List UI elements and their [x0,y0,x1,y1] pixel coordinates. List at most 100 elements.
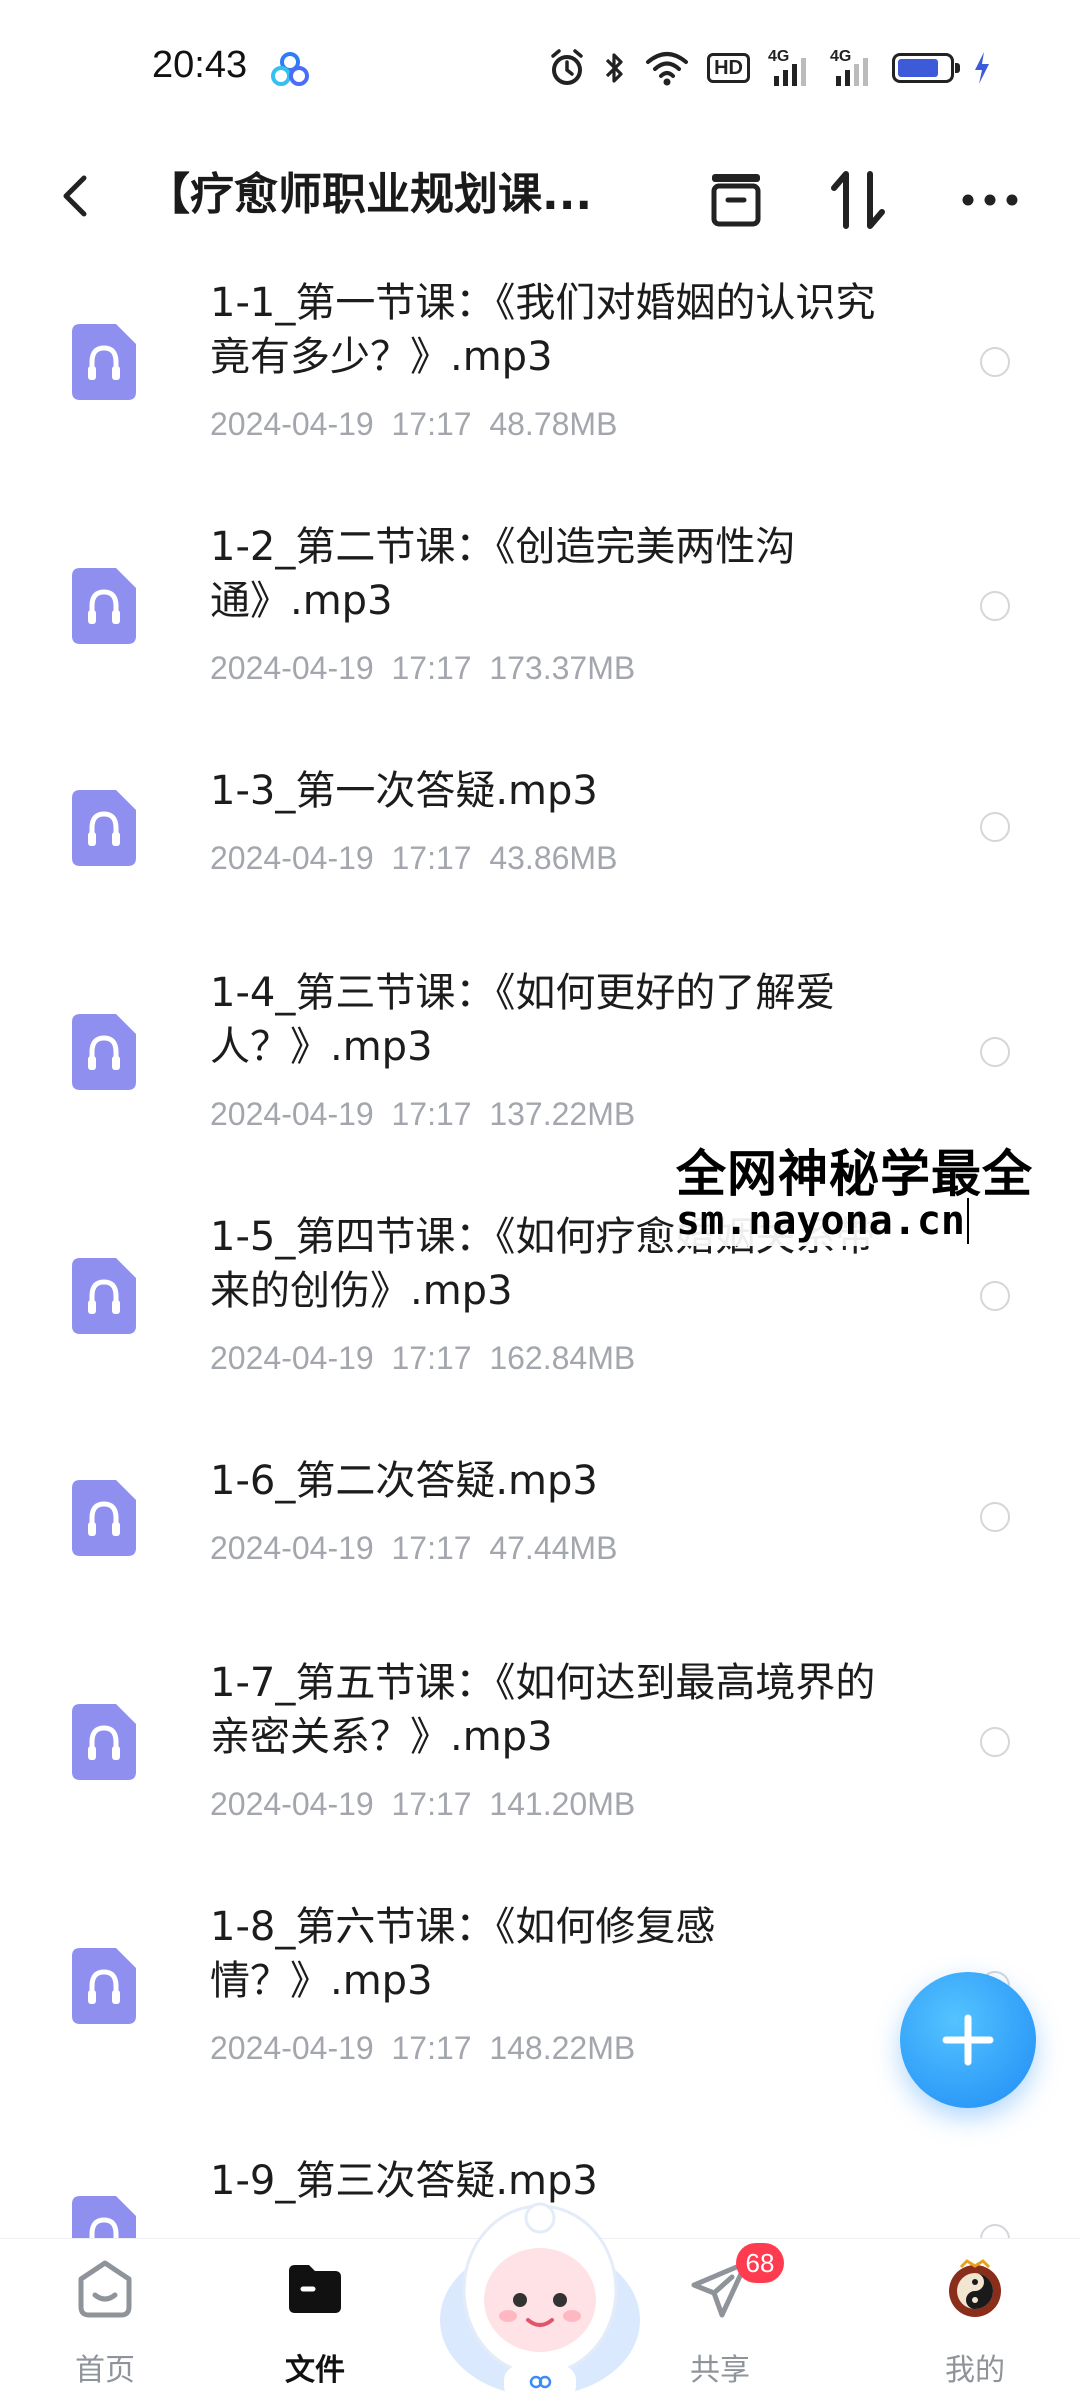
app-header: 【疗愈师职业规划课... [0,140,1080,260]
select-checkbox[interactable] [980,1281,1010,1311]
nav-label: 共享 [690,2353,750,2388]
archive-icon [711,174,761,227]
folder-icon [289,2265,341,2313]
file-name: 1-3_第一次答疑.mp3 [210,768,598,814]
back-icon [63,175,87,217]
hd-icon: HD [707,48,750,88]
headphones-icon [72,1258,136,1334]
notification-badge: 68 [736,2243,784,2283]
battery-fill [898,59,938,77]
file-size: 43.86MB [489,840,618,876]
mascot-icon[interactable] [432,2170,648,2400]
nav-files[interactable]: 文件 [235,2239,395,2401]
status-icons: HD 4G 4G [549,46,992,90]
file-date: 2024-04-19 [210,1340,374,1376]
headphones-icon [72,324,136,400]
select-checkbox[interactable] [980,591,1010,621]
headphones-icon [72,568,136,644]
select-checkbox[interactable] [980,1037,1010,1067]
watermark: 全网神秘学最全 sm.nayona.cn [676,1134,1080,1246]
watermark-title: 全网神秘学最全 [676,1145,1033,1203]
file-time: 17:17 [391,2030,472,2066]
signal-4g-icon: 4G [830,48,874,88]
nav-me[interactable]: 我的 [895,2239,1055,2401]
back-button[interactable] [44,164,108,228]
nav-share[interactable]: 68 共享 [640,2239,800,2401]
file-date: 2024-04-19 [210,1530,374,1566]
nav-home[interactable]: 首页 [25,2239,185,2401]
file-size: 162.84MB [489,1340,636,1376]
status-bar: 20:43 HD 4G 4G [0,0,1080,140]
file-name: 1-8_第六节课：《如何修复感情？》.mp3 [210,1904,716,2004]
nav-label: 文件 [285,2353,345,2388]
alarm-icon [551,49,583,85]
file-date: 2024-04-19 [210,1096,374,1132]
charging-icon [975,52,989,84]
file-date: 2024-04-19 [210,1786,374,1822]
file-time: 17:17 [391,1096,472,1132]
headphones-icon [72,1704,136,1780]
file-time: 17:17 [391,406,472,442]
select-checkbox[interactable] [980,347,1010,377]
file-date: 2024-04-19 [210,406,374,442]
nav-label: 我的 [945,2353,1005,2388]
file-name: 1-1_第一节课：《我们对婚姻的认识究竟有多少？》.mp3 [210,280,876,380]
file-meta: 2024-04-19 17:17 148.22MB [210,2030,635,2067]
signal-4g-icon: 4G [768,48,812,88]
battery-icon [892,48,960,88]
file-date: 2024-04-19 [210,650,374,686]
more-button[interactable] [954,164,1026,236]
add-button[interactable] [900,1972,1036,2108]
home-icon [78,2260,132,2318]
headphones-icon [72,1014,136,1090]
list-item[interactable]: 1-6_第二次答疑.mp3 2024-04-19 17:17 47.44MB [0,1440,1080,1630]
file-date: 2024-04-19 [210,2030,374,2066]
file-size: 137.22MB [489,1096,636,1132]
more-icon [962,194,1018,206]
file-date: 2024-04-19 [210,840,374,876]
select-checkbox[interactable] [980,1502,1010,1532]
list-item[interactable]: 1-3_第一次答疑.mp3 2024-04-19 17:17 43.86MB [0,750,1080,940]
file-meta: 2024-04-19 17:17 43.86MB [210,840,617,877]
headphones-icon [72,1948,136,2024]
sort-icon [831,171,885,229]
file-name: 1-6_第二次答疑.mp3 [210,1458,598,1504]
list-item[interactable]: 1-7_第五节课：《如何达到最高境界的亲密关系？》.mp3 2024-04-19… [0,1642,1080,1882]
select-checkbox[interactable] [980,812,1010,842]
file-time: 17:17 [391,840,472,876]
file-meta: 2024-04-19 17:17 47.44MB [210,1530,617,1567]
nav-label: 首页 [75,2353,135,2388]
file-name: 1-7_第五节课：《如何达到最高境界的亲密关系？》.mp3 [210,1660,876,1760]
watermark-url: sm.nayona.cn [676,1198,969,1244]
wifi-icon [646,52,689,86]
file-meta: 2024-04-19 17:17 48.78MB [210,406,617,443]
file-time: 17:17 [391,650,472,686]
file-size: 173.37MB [489,650,636,686]
file-time: 17:17 [391,1530,472,1566]
headphones-icon [72,1480,136,1556]
sort-button[interactable] [822,164,894,236]
archive-button[interactable] [700,164,772,236]
select-checkbox[interactable] [980,1727,1010,1757]
plus-icon [942,2014,994,2066]
status-time: 20:43 [152,44,248,86]
headphones-icon [72,790,136,866]
app-logo-icon [271,52,309,86]
avatar-icon [949,2259,1001,2317]
list-item[interactable]: 1-2_第二节课：《创造完美两性沟通》.mp3 2024-04-19 17:17… [0,506,1080,746]
page-title: 【疗愈师职业规划课... [146,169,593,220]
hd-label: HD [707,53,750,83]
file-size: 148.22MB [489,2030,636,2066]
file-time: 17:17 [391,1340,472,1376]
file-name: 1-4_第三节课：《如何更好的了解爱人？》.mp3 [210,970,836,1070]
file-name: 1-2_第二节课：《创造完美两性沟通》.mp3 [210,524,796,624]
file-meta: 2024-04-19 17:17 137.22MB [210,1096,635,1133]
file-size: 48.78MB [489,406,618,442]
list-item[interactable]: 1-1_第一节课：《我们对婚姻的认识究竟有多少？》.mp3 2024-04-19… [0,262,1080,502]
file-meta: 2024-04-19 17:17 162.84MB [210,1340,635,1377]
file-time: 17:17 [391,1786,472,1822]
file-size: 141.20MB [489,1786,636,1822]
file-meta: 2024-04-19 17:17 141.20MB [210,1786,635,1823]
file-meta: 2024-04-19 17:17 173.37MB [210,650,635,687]
bluetooth-icon [605,53,623,83]
